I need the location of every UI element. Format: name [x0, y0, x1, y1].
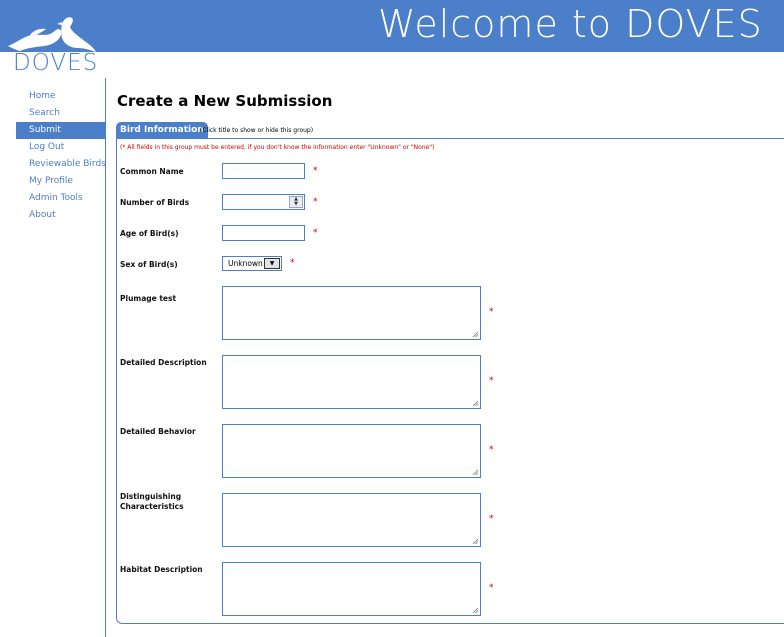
dropdown-button[interactable]: ▼	[264, 258, 280, 269]
common-name-input[interactable]	[222, 163, 305, 179]
required-marker: *	[313, 166, 318, 176]
number-of-birds-input[interactable]: ▲ ▼	[222, 194, 305, 210]
doves-icon	[8, 17, 96, 52]
required-fields-note: (* All fields in this group must be ente…	[120, 144, 435, 151]
plumage-test-label: Plumage test	[120, 294, 177, 303]
resize-grip-icon[interactable]	[472, 400, 478, 406]
common-name-label: Common Name	[120, 167, 184, 176]
group-tab-bird-information[interactable]: Bird Information	[116, 122, 208, 138]
distinguishing-characteristics-textarea[interactable]	[222, 493, 481, 547]
required-marker: *	[290, 258, 295, 268]
required-marker: *	[489, 376, 494, 386]
sidebar-item-log-out[interactable]: Log Out	[16, 139, 106, 156]
site-title: Welcome to DOVES	[378, 2, 763, 46]
habitat-description-label: Habitat Description	[120, 565, 203, 574]
sidebar-item-admin-tools[interactable]: Admin Tools	[16, 190, 106, 207]
sex-of-birds-select[interactable]: Unknown ▼	[222, 256, 282, 271]
resize-grip-icon[interactable]	[472, 331, 478, 337]
required-marker: *	[489, 307, 494, 317]
number-of-birds-label: Number of Birds	[120, 198, 190, 207]
habitat-description-textarea[interactable]	[222, 562, 481, 616]
spinner-button[interactable]: ▲ ▼	[289, 196, 303, 208]
required-marker: *	[489, 583, 494, 593]
required-marker: *	[313, 197, 318, 207]
detailed-description-label: Detailed Description	[120, 358, 207, 367]
sex-of-birds-selected: Unknown	[228, 259, 263, 268]
resize-grip-icon[interactable]	[472, 538, 478, 544]
page-title: Create a New Submission	[117, 92, 333, 110]
resize-grip-icon[interactable]	[472, 469, 478, 475]
logo-text: DOVES	[13, 50, 99, 76]
group-toggle-hint: (Click title to show or hide this group)	[200, 127, 314, 134]
age-of-birds-label: Age of Bird(s)	[120, 229, 179, 238]
detailed-behavior-label: Detailed Behavior	[120, 427, 196, 436]
spin-down-icon: ▼	[294, 201, 298, 207]
detailed-description-textarea[interactable]	[222, 355, 481, 409]
required-marker: *	[489, 514, 494, 524]
detailed-behavior-textarea[interactable]	[222, 424, 481, 478]
sidebar-nav: Home Search Submit Log Out Reviewable Bi…	[16, 88, 106, 224]
sidebar-item-submit[interactable]: Submit	[16, 122, 106, 139]
chevron-down-icon: ▼	[269, 259, 275, 267]
age-of-birds-input[interactable]	[222, 225, 305, 241]
plumage-test-textarea[interactable]	[222, 286, 481, 340]
sidebar-item-home[interactable]: Home	[16, 88, 106, 105]
distinguishing-characteristics-label: Distinguishing Characteristics	[120, 492, 184, 511]
required-marker: *	[313, 228, 318, 238]
logo[interactable]: DOVES	[0, 0, 106, 80]
sidebar-item-search[interactable]: Search	[16, 105, 106, 122]
sidebar-item-about[interactable]: About	[16, 207, 106, 224]
sex-of-birds-label: Sex of Bird(s)	[120, 260, 178, 269]
sidebar-item-my-profile[interactable]: My Profile	[16, 173, 106, 190]
resize-grip-icon[interactable]	[472, 607, 478, 613]
sidebar-item-reviewable-birds[interactable]: Reviewable Birds	[16, 156, 106, 173]
required-marker: *	[489, 445, 494, 455]
